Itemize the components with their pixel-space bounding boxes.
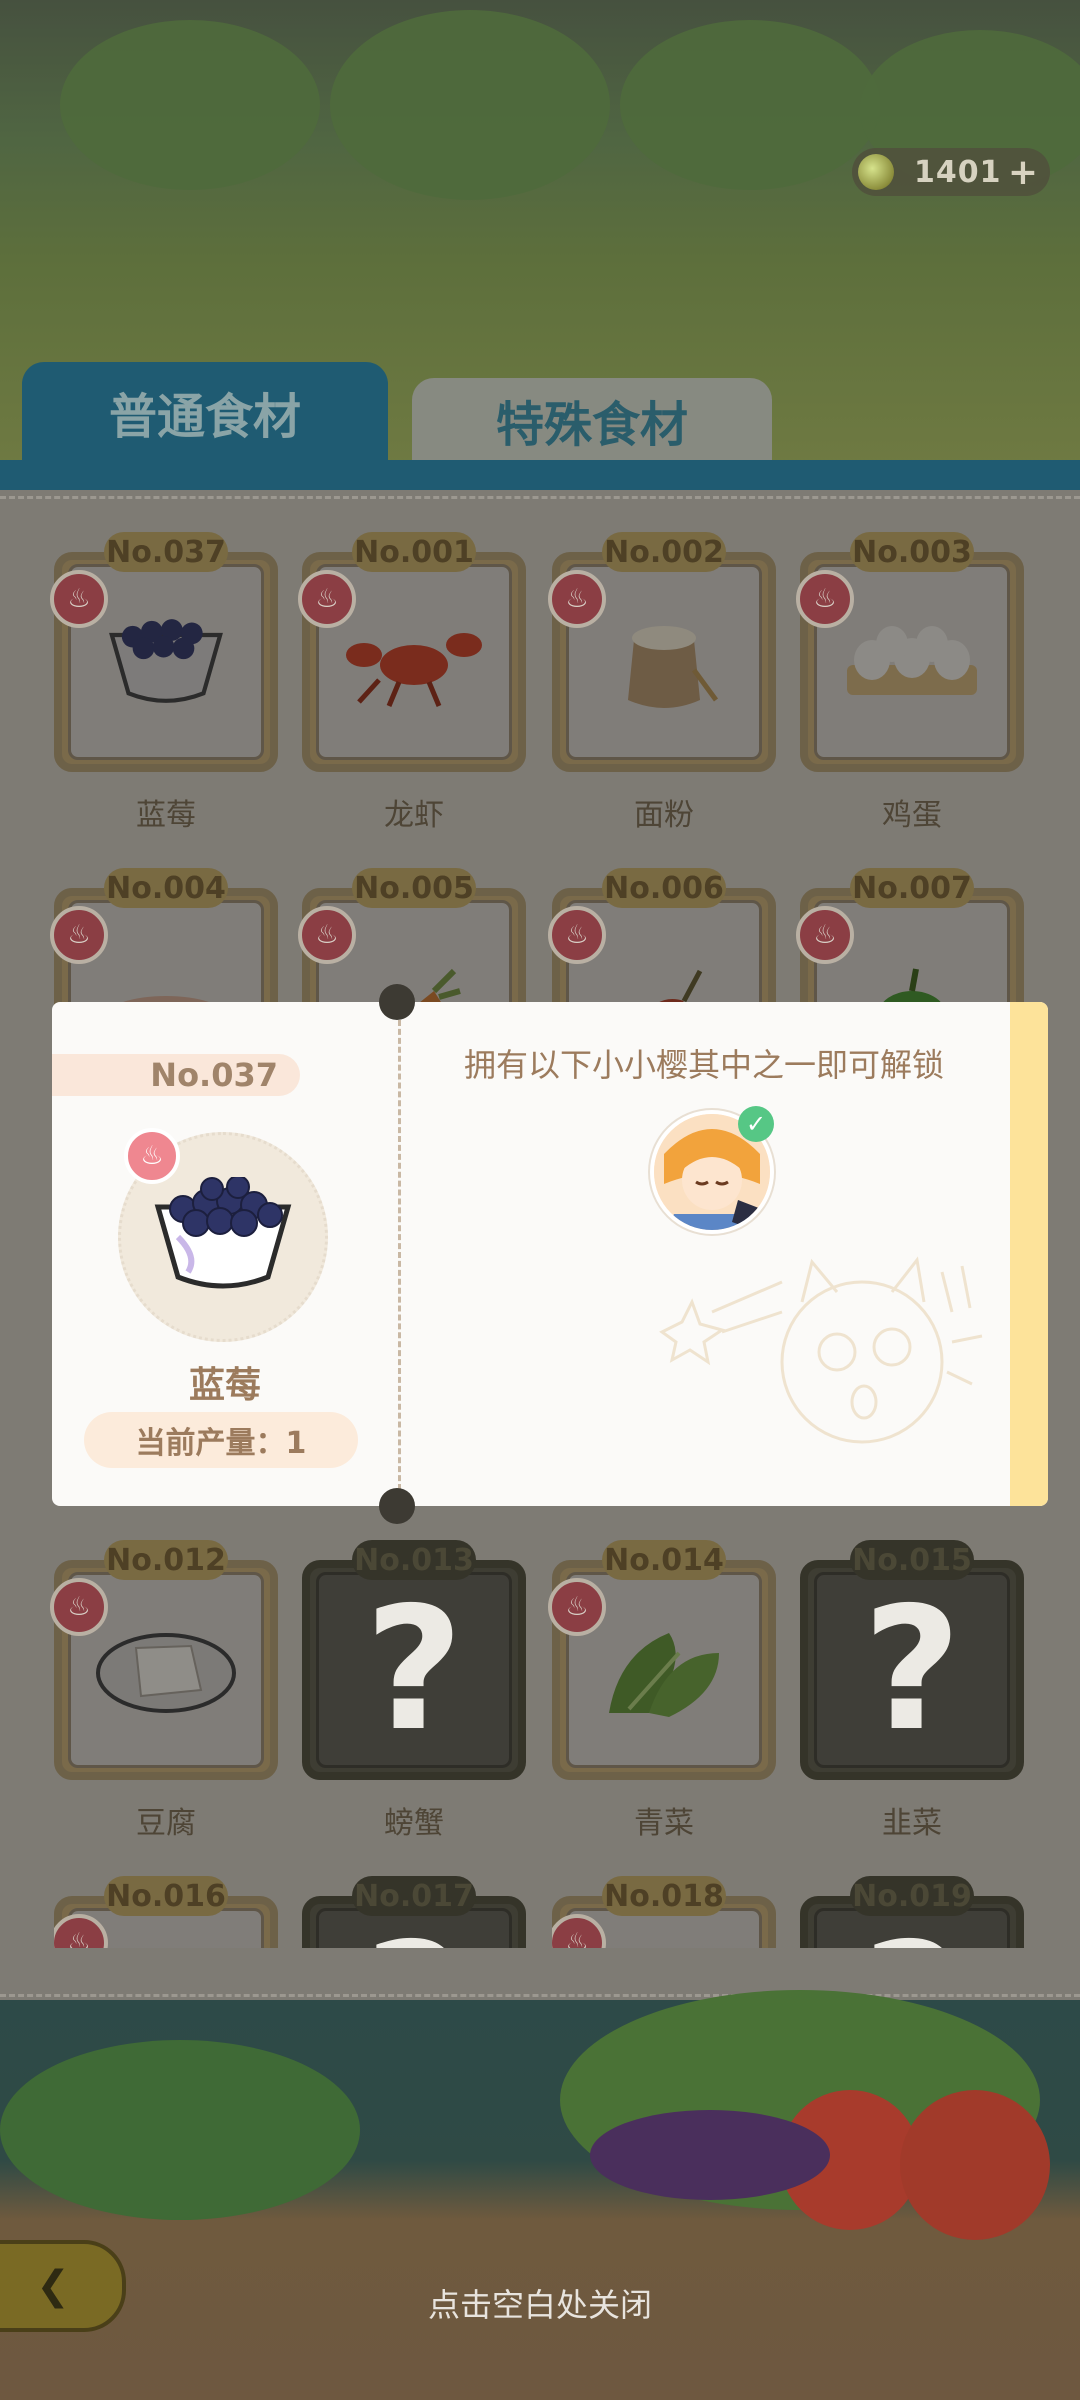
ingredient-number: No.013 (352, 1540, 476, 1580)
card-stripe (1010, 1002, 1048, 1506)
card-notch-bottom (379, 1488, 415, 1524)
card-number-badge: No.037 (52, 1054, 300, 1096)
blueberry-icon (154, 1177, 292, 1289)
bokchoy-icon (589, 1613, 739, 1727)
ingredient-number: No.006 (602, 868, 726, 908)
ingredient-detail-card: No.037 ♨ 蓝莓 当前产量：1 拥有以下小小樱其中之一即可解锁 ✓ (52, 1002, 1048, 1506)
owned-check-icon: ✓ (738, 1106, 774, 1142)
chef-hat-icon: ♨ (298, 906, 356, 964)
ingredient-number: No.007 (850, 868, 974, 908)
chef-hat-icon: ♨ (50, 906, 108, 964)
card-output-pill: 当前产量：1 (84, 1412, 358, 1468)
card-ingredient-name: 蓝莓 (188, 1365, 261, 1406)
chef-hat-icon: ♨ (796, 570, 854, 628)
ingredient-number: No.015 (850, 1540, 974, 1580)
ingredient-number: No.018 (602, 1876, 726, 1916)
ingredient-frame: ? (800, 1560, 1024, 1780)
ingredient-number: No.014 (602, 1540, 726, 1580)
tab-special-ingredients[interactable]: 特殊食材 (412, 378, 772, 462)
ingredient-cell[interactable]: No.018 ♨ (552, 1876, 776, 1948)
ingredient-number: No.004 (104, 868, 228, 908)
ingredient-slot: ? (814, 1572, 1010, 1768)
ingredient-name: 蓝莓 (136, 798, 196, 833)
egg-icon (837, 610, 987, 714)
ingredient-name: 豆腐 (136, 1806, 196, 1841)
ingredient-number: No.002 (602, 532, 726, 572)
ingredient-frame: ? (302, 1560, 526, 1780)
unlock-condition-text: 拥有以下小小樱其中之一即可解锁 (463, 1046, 944, 1084)
chef-hat-icon: ♨ (548, 570, 606, 628)
chef-hat-icon: ♨ (548, 906, 606, 964)
chef-hat-icon: ♨ (50, 570, 108, 628)
ingredient-name: 韭菜 (882, 1806, 942, 1841)
locked-question-icon: ? (863, 1921, 962, 1948)
ingredient-cell[interactable]: No.016 ♨ (54, 1876, 278, 1948)
ingredient-number: No.037 (104, 532, 228, 572)
ingredient-name: 螃蟹 (384, 1806, 444, 1841)
lobster-icon (339, 610, 489, 714)
chef-hat-icon: ♨ (50, 1578, 108, 1636)
ingredient-number: No.001 (352, 532, 476, 572)
ingredient-number: No.005 (352, 868, 476, 908)
ingredient-number: No.016 (104, 1876, 228, 1916)
locked-question-icon: ? (862, 1571, 962, 1769)
ingredient-number: No.019 (850, 1876, 974, 1916)
ingredient-number: No.012 (104, 1540, 228, 1580)
tab-normal-ingredients[interactable]: 普通食材 (22, 362, 388, 462)
card-divider (398, 1020, 401, 1490)
ingredient-name: 面粉 (634, 798, 694, 833)
locked-question-icon: ? (364, 1571, 464, 1769)
locked-question-icon: ? (365, 1921, 464, 1948)
decorative-cat-sketch (659, 1256, 983, 1444)
ingredient-number: No.017 (352, 1876, 476, 1916)
chef-hat-icon: ♨ (298, 570, 356, 628)
blueberry-icon (101, 610, 231, 714)
card-notch-top (379, 984, 415, 1020)
tab-underline (0, 460, 1080, 490)
ingredient-name: 鸡蛋 (882, 798, 942, 833)
flour-icon (604, 600, 724, 724)
ingredient-cell[interactable]: No.019? (800, 1876, 1024, 1948)
ingredient-name: 龙虾 (384, 798, 444, 833)
ingredient-number: No.003 (850, 532, 974, 572)
bottom-scene (0, 1990, 1080, 2400)
currency-counter[interactable]: 1401 + (852, 148, 1050, 196)
chef-hat-icon: ♨ (796, 906, 854, 964)
currency-amount: 1401 (914, 154, 1002, 190)
ingredient-name: 青菜 (634, 1806, 694, 1841)
ingredient-slot: ? (316, 1572, 512, 1768)
close-hint[interactable]: 点击空白处关闭 (0, 2280, 1080, 2326)
ingredient-cell[interactable]: No.017? (302, 1876, 526, 1948)
add-currency-icon[interactable]: + (1008, 152, 1038, 193)
chef-hat-icon: ♨ (124, 1128, 180, 1184)
tofu-icon (91, 1618, 241, 1722)
chef-hat-icon: ♨ (548, 1578, 606, 1636)
coin-icon (858, 154, 894, 190)
